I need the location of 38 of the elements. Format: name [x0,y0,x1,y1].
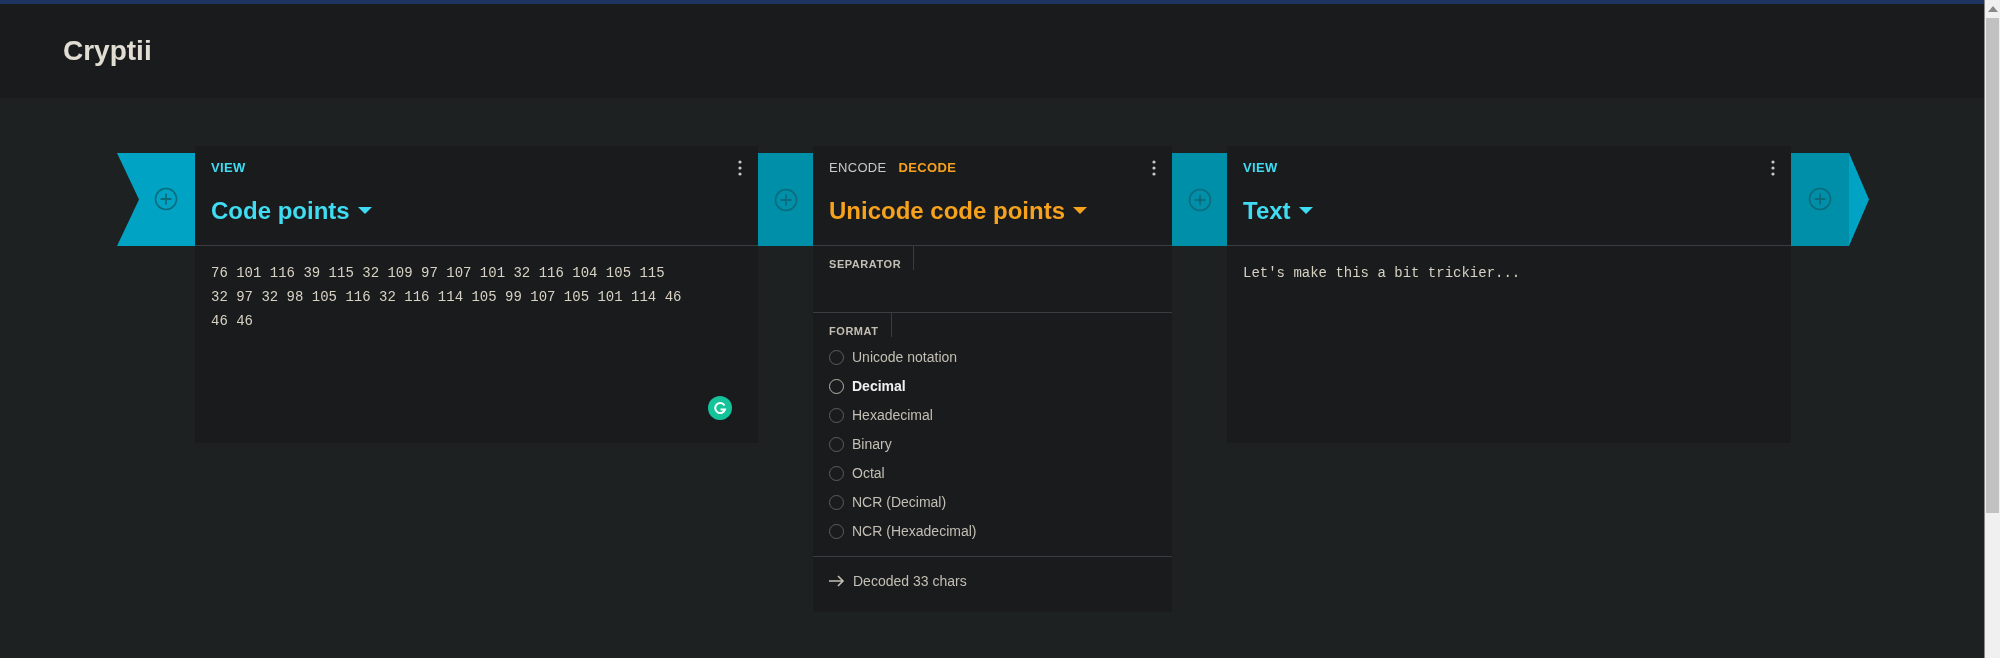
scrollbar[interactable] [1984,0,2000,658]
add-circle-icon[interactable] [154,187,178,211]
more-options-icon[interactable] [1771,160,1775,176]
caret-icon [357,207,372,215]
mode-tab[interactable]: DECODE [898,158,957,178]
status-text: Decoded 33 chars [853,571,967,591]
more-options-icon[interactable] [738,160,742,176]
format-option[interactable]: Hexadecimal [829,401,1156,430]
caret-icon [1073,207,1087,215]
format-option[interactable]: NCR (Decimal) [829,488,1156,517]
setting-label: FORMAT [813,313,892,337]
format-option[interactable]: Octal [829,459,1156,488]
content-line: 46 46 [211,312,254,331]
content-line: 32 97 32 98 105 116 32 116 114 105 99 107 105 101 114 46 [211,288,683,307]
content-area[interactable]: Let's make this a bit trickier... [1227,246,1791,285]
brick-selector[interactable]: Text [1243,196,1313,226]
brick-label: VIEW [211,159,246,178]
format-option[interactable]: Unicode notation [829,343,1156,372]
format-option[interactable]: NCR (Hexadecimal) [829,517,1156,546]
arrow-right-icon [829,575,845,587]
content-area[interactable]: 76 101 116 39 115 32 109 97 107 101 32 116 104 105 115 32 97 32 98 105 116 32 116 114 105 99 107 105 101 114 46 46 46 [195,246,758,333]
setting-label: SEPARATOR [813,246,915,270]
add-circle-icon[interactable] [1808,187,1832,211]
mode-tab[interactable]: ENCODE [829,158,887,178]
app-title[interactable]: Cryptii [63,30,152,72]
brick-label: VIEW [1243,159,1278,178]
content-line: Let's make this a bit trickier... [1243,264,1522,283]
add-circle-icon[interactable] [773,187,798,212]
brick-selector[interactable]: Code points [211,196,372,226]
add-circle-icon[interactable] [1187,187,1212,212]
content-line: 76 101 116 39 115 32 109 97 107 101 32 116 104 105 115 [211,264,666,283]
scroll-up-arrow-icon[interactable] [1987,6,1998,12]
format-option[interactable]: Binary [829,430,1156,459]
more-options-icon[interactable] [1152,160,1156,176]
caret-icon [1298,207,1313,215]
brick-selector[interactable]: Unicode code points [829,196,1087,226]
format-option[interactable]: Decimal [829,372,1156,401]
scrollbar-thumb[interactable] [1986,18,1999,513]
